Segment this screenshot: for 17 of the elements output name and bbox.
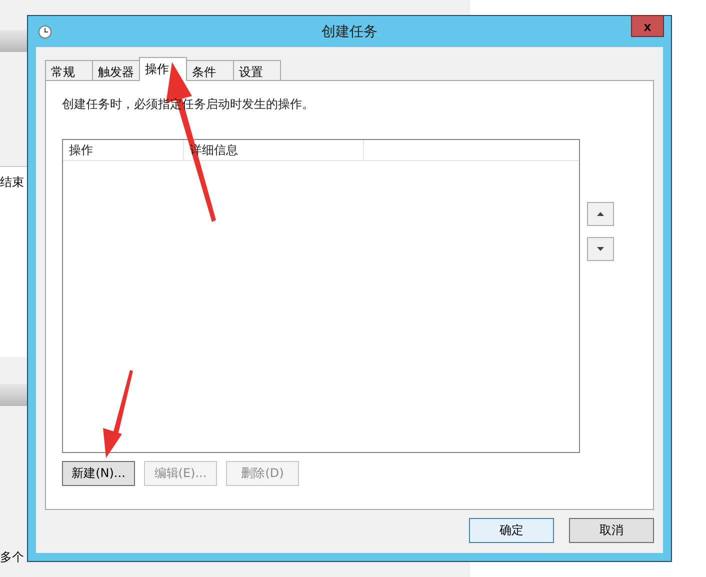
move-down-button[interactable]: [587, 237, 614, 261]
column-header[interactable]: 操作: [63, 140, 184, 160]
ok-button[interactable]: 确定: [469, 518, 554, 543]
cancel-button[interactable]: 取消: [569, 518, 654, 543]
tab[interactable]: 常规: [45, 60, 93, 81]
tab[interactable]: 设置: [233, 60, 281, 81]
window-title: 创建任务: [322, 22, 378, 40]
tab[interactable]: 触发器: [92, 60, 140, 81]
clock-icon: [38, 25, 52, 39]
action-button[interactable]: 新建(N)...: [62, 461, 135, 486]
tab[interactable]: 条件: [186, 60, 234, 81]
background-text: 多个: [0, 549, 24, 566]
up-triangle-icon: [597, 212, 604, 216]
move-up-button[interactable]: [587, 202, 614, 226]
close-button[interactable]: x: [631, 15, 664, 37]
background-text: 结束: [0, 174, 24, 191]
down-triangle-icon: [597, 247, 604, 251]
